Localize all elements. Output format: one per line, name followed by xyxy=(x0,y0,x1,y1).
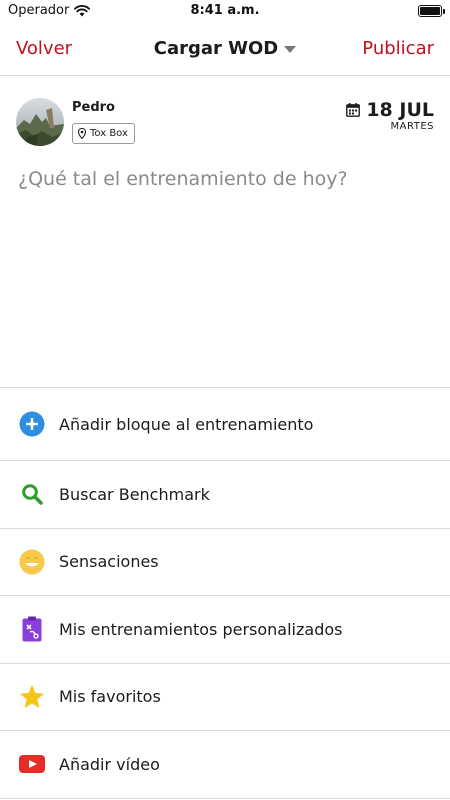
option-add-block[interactable]: Añadir bloque al entrenamiento xyxy=(0,388,450,461)
search-icon xyxy=(19,481,45,507)
status-time: 8:41 a.m. xyxy=(190,3,260,18)
option-label: Mis entrenamientos personalizados xyxy=(59,619,343,639)
box-tag[interactable]: Tox Box xyxy=(72,123,135,144)
box-name: Tox Box xyxy=(90,128,128,139)
post-header: Pedro Tox Box 18 JUL MARTES xyxy=(0,76,450,166)
status-bar: Operador 8:41 a.m. xyxy=(0,0,450,24)
calendar-icon xyxy=(346,103,361,117)
youtube-icon xyxy=(19,751,45,777)
battery-icon xyxy=(418,5,445,17)
options-list: Añadir bloque al entrenamiento Buscar Be… xyxy=(0,387,450,799)
location-pin-icon xyxy=(78,128,86,139)
smiley-icon xyxy=(19,549,45,575)
option-label: Añadir vídeo xyxy=(59,754,160,774)
option-search-benchmark[interactable]: Buscar Benchmark xyxy=(0,461,450,529)
option-label: Añadir bloque al entrenamiento xyxy=(59,414,314,434)
option-custom-workouts[interactable]: Mis entrenamientos personalizados xyxy=(0,596,450,664)
weekday-label: MARTES xyxy=(390,121,434,132)
option-favorites[interactable]: Mis favoritos xyxy=(0,664,450,731)
page-title: Cargar WOD xyxy=(153,38,279,59)
publish-button[interactable]: Publicar xyxy=(362,38,434,59)
avatar-image xyxy=(16,98,64,146)
option-label: Sensaciones xyxy=(59,552,159,572)
nav-bar: Volver Cargar WOD Publicar xyxy=(0,24,450,76)
plus-circle-icon xyxy=(19,411,45,437)
date-label: 18 JUL xyxy=(366,99,434,121)
clipboard-icon xyxy=(19,616,45,642)
option-label: Mis favoritos xyxy=(59,687,161,707)
option-label: Buscar Benchmark xyxy=(59,484,210,504)
user-name: Pedro xyxy=(72,100,115,115)
star-icon xyxy=(19,684,45,710)
caret-down-icon xyxy=(284,46,297,53)
post-text-input[interactable] xyxy=(18,168,432,368)
option-add-video[interactable]: Añadir vídeo xyxy=(0,731,450,799)
option-sensations[interactable]: Sensaciones xyxy=(0,529,450,596)
battery-level xyxy=(420,7,440,15)
avatar[interactable] xyxy=(16,98,64,146)
date-selector[interactable]: 18 JUL MARTES xyxy=(346,100,434,132)
